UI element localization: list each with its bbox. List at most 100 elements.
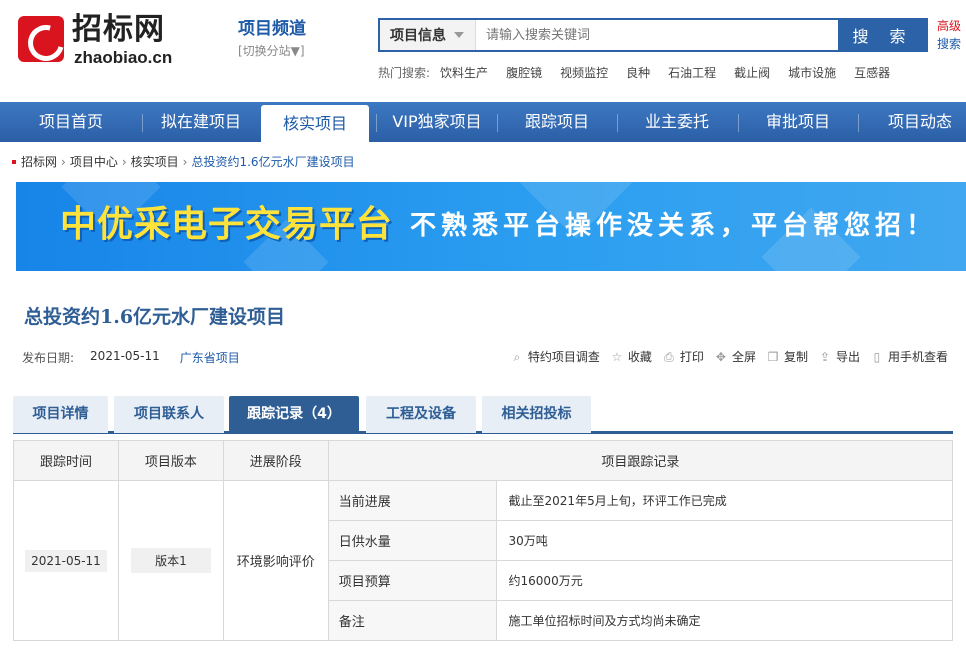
nav-item-owner-entrust[interactable]: 业主委托 [617,102,737,142]
chevron-down-icon [454,32,464,38]
phone-icon: ▯ [873,349,881,364]
banner-title: 中优采电子交易平台 [60,204,394,245]
site-header: 招标网 zhaobiao.cn 项目频道 [切换分站▼] 项目信息 搜 索 高级… [0,0,966,100]
record-label: 当前进展 [327,480,497,521]
nav-divider [376,114,377,132]
tab-contacts[interactable]: 项目联系人 [114,396,224,433]
ad-banner[interactable]: 中优采电子交易平台 不熟悉平台操作没关系，平台帮您招！ [16,182,966,271]
nav-item-tracking[interactable]: 跟踪项目 [497,102,617,142]
nav-item-planned[interactable]: 拟在建项目 [142,102,260,142]
print-button[interactable]: ⎙ 打印 [662,348,704,365]
page-title: 总投资约1.6亿元水厂建设项目 [24,306,286,328]
advanced-search-link[interactable]: 高级 搜索 [937,17,961,53]
publish-date-label: 发布日期: [22,351,75,365]
favorite-button[interactable]: ☆ 收藏 [610,348,652,365]
search-icon: ⌕ [513,349,521,364]
record-value: 约16000万元 [495,560,954,601]
record-value: 截止至2021年5月上旬，环评工作已完成 [495,480,954,521]
tool-label: 复制 [783,350,808,364]
region-link[interactable]: 广东省项目 [180,349,240,366]
logo-mark-icon [18,16,64,62]
track-time-cell: 2021-05-11 [13,480,119,641]
track-time: 2021-05-11 [25,549,107,572]
bullet-icon [12,159,16,164]
search-bar: 项目信息 搜 索 [378,18,928,52]
record-value: 施工单位招标时间及方式均尚未确定 [495,600,954,641]
tab-tracking-records[interactable]: 跟踪记录（4） [229,396,359,433]
hot-search-item[interactable]: 腹腔镜 [506,64,542,81]
version-cell: 版本1 [117,480,224,641]
search-category-label: 项目信息 [390,28,446,44]
tool-label: 用手机查看 [887,350,948,364]
export-icon: ⇪ [819,349,830,364]
table-header-row: 跟踪时间 项目版本 进展阶段 项目跟踪记录 [13,440,954,481]
hot-search-item[interactable]: 互感器 [854,64,890,81]
breadcrumb-separator-icon: › [61,154,66,169]
hot-search-item[interactable]: 视频监控 [560,64,608,81]
logo-text-en: zhaobiao.cn [74,48,173,67]
table-row: 2021-05-11 版本1 环境影响评价 当前进展 截止至2021年5月上旬，… [13,480,954,641]
copy-button[interactable]: ❐ 复制 [766,348,808,365]
advanced-search-label-2: 搜索 [937,37,962,51]
hot-search-item[interactable]: 良种 [626,64,650,81]
breadcrumb-item[interactable]: 招标网 [21,153,57,170]
tab-related-bids[interactable]: 相关招投标 [482,396,591,433]
tracking-table: 跟踪时间 项目版本 进展阶段 项目跟踪记录 2021-05-11 版本1 环境影… [13,440,954,641]
export-button[interactable]: ⇪ 导出 [818,348,860,365]
mobile-view-button[interactable]: ▯ 用手机查看 [870,348,948,365]
version: 版本1 [131,548,211,573]
nav-item-news[interactable]: 项目动态 [858,102,966,142]
hot-search-item[interactable]: 截止阀 [734,64,770,81]
hot-search-label: 热门搜索: [378,66,431,80]
breadcrumb-item[interactable]: 项目中心 [70,153,118,170]
survey-button[interactable]: ⌕ 特约项目调查 [510,348,600,365]
column-header: 跟踪时间 [13,440,119,481]
hot-search-item[interactable]: 城市设施 [788,64,836,81]
nav-item-home[interactable]: 项目首页 [0,102,142,142]
stage: 环境影响评价 [222,480,329,641]
tool-label: 打印 [679,350,704,364]
advanced-search-label-1: 高级 [937,19,962,33]
column-header: 项目版本 [117,440,224,481]
tool-label: 全屏 [731,350,756,364]
breadcrumb-current[interactable]: 总投资约1.6亿元水厂建设项目 [191,153,354,170]
detail-tabs: 项目详情 项目联系人 跟踪记录（4） 工程及设备 相关招投标 [13,396,953,434]
tab-engineering-equipment[interactable]: 工程及设备 [366,396,476,433]
switch-station-link[interactable]: [切换分站▼] [238,42,306,59]
column-header: 进展阶段 [222,440,329,481]
nav-item-vip[interactable]: VIP独家项目 [378,102,496,142]
search-category-select[interactable]: 项目信息 [380,20,476,50]
logo-text-cn: 招标网 [72,12,165,47]
record-label: 项目预算 [327,560,497,601]
copy-icon: ❐ [767,349,779,364]
hot-search: 热门搜索: 饮料生产 腹腔镜 视频监控 良种 石油工程 截止阀 城市设施 互感器 [378,64,908,81]
nav-item-approval[interactable]: 审批项目 [738,102,858,142]
breadcrumb-separator-icon: › [182,154,188,169]
printer-icon: ⎙ [664,349,674,364]
site-logo[interactable]: 招标网 zhaobiao.cn [18,12,198,68]
star-icon: ☆ [611,349,623,364]
nav-item-verified[interactable]: 核实项目 [261,105,369,142]
hot-search-item[interactable]: 饮料生产 [440,64,488,81]
channel-title: 项目频道 [238,19,306,39]
toolbar: ⌕ 特约项目调查 ☆ 收藏 ⎙ 打印 ✥ 全屏 ❐ 复制 ⇪ 导出 ▯ 用手机查… [500,348,948,365]
main-nav: 项目首页 拟在建项目 核实项目 VIP独家项目 跟踪项目 业主委托 审批项目 项… [0,102,966,142]
breadcrumb-separator-icon: › [121,154,127,169]
breadcrumb: 招标网 › 项目中心 › 核实项目 › 总投资约1.6亿元水厂建设项目 [12,153,355,170]
breadcrumb-item[interactable]: 核实项目 [131,153,179,170]
record-label: 备注 [327,600,497,641]
tool-label: 特约项目调查 [527,350,600,364]
hot-search-item[interactable]: 石油工程 [668,64,716,81]
fullscreen-button[interactable]: ✥ 全屏 [714,348,756,365]
record-value: 30万吨 [495,520,954,561]
publish-date: 2021-05-11 [90,349,160,363]
move-icon: ✥ [715,349,726,364]
search-button[interactable]: 搜 索 [838,18,928,52]
project-meta: 发布日期: 2021-05-11 广东省项目 [22,349,240,366]
tab-project-detail[interactable]: 项目详情 [13,396,108,433]
tool-label: 收藏 [627,350,652,364]
tool-label: 导出 [835,350,860,364]
record-label: 日供水量 [327,520,497,561]
search-input[interactable] [476,20,838,50]
column-header: 项目跟踪记录 [327,440,954,481]
